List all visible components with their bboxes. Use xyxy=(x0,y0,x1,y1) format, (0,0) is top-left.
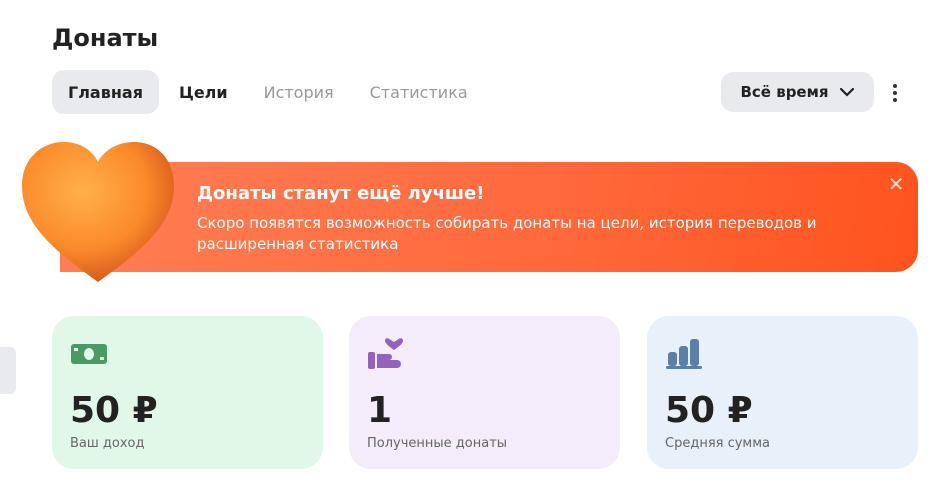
donations-label: Полученные донаты xyxy=(367,436,508,451)
tab-goals[interactable]: Цели xyxy=(163,70,244,114)
income-card: 50 ₽ Ваш доход xyxy=(52,316,323,469)
banner-text: Скоро появятся возможность собирать дона… xyxy=(197,214,817,253)
tab-statistics[interactable]: Статистика xyxy=(354,70,484,114)
average-card: 50 ₽ Средняя сумма xyxy=(647,316,918,469)
chevron-down-icon xyxy=(839,87,854,97)
banner-title: Донаты станут ещё лучше! xyxy=(197,183,485,204)
bar-chart-icon xyxy=(666,339,702,369)
average-label: Средняя сумма xyxy=(665,436,771,451)
tab-history[interactable]: История xyxy=(248,70,350,114)
money-icon xyxy=(71,344,107,364)
tab-bar: Главная Цели История Статистика xyxy=(52,70,484,114)
period-dropdown[interactable]: Всё время xyxy=(721,72,874,112)
tab-main[interactable]: Главная xyxy=(52,70,159,114)
donations-card: 1 Полученные донаты xyxy=(349,316,620,469)
average-value: 50 ₽ xyxy=(665,390,753,431)
heart-icon xyxy=(22,142,174,282)
more-options-button[interactable] xyxy=(884,80,906,106)
donations-count: 1 xyxy=(367,390,393,431)
hand-heart-icon xyxy=(368,338,403,369)
income-value: 50 ₽ xyxy=(70,390,158,431)
income-label: Ваш доход xyxy=(70,436,145,451)
close-banner-button[interactable]: ✕ xyxy=(886,174,906,194)
side-panel-handle[interactable] xyxy=(0,347,16,394)
page-title: Донаты xyxy=(52,24,159,52)
period-label: Всё время xyxy=(740,83,829,101)
